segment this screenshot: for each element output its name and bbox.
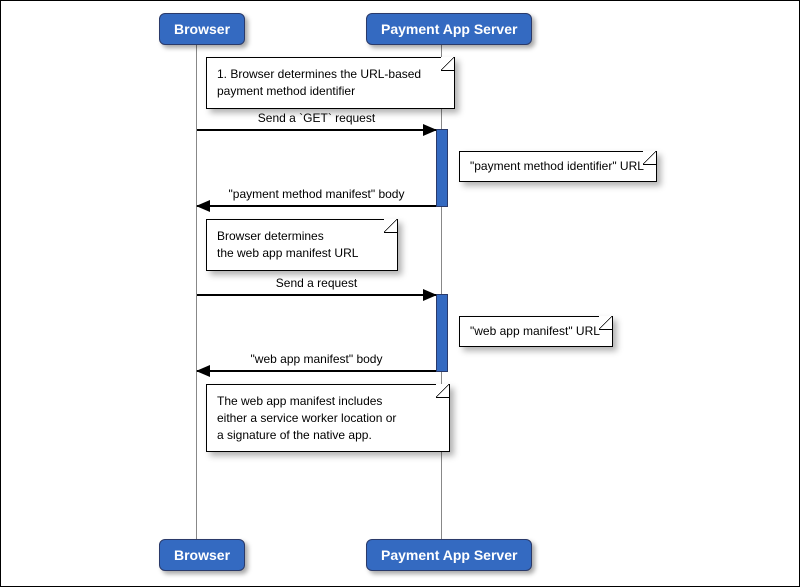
participant-label: Browser — [174, 547, 230, 563]
note-line: 1. Browser determines the URL-based — [217, 66, 442, 83]
note-pmi-url: "payment method identifier" URL — [459, 151, 657, 182]
note-webapp-url: "web app manifest" URL — [459, 316, 613, 347]
note-line: payment method identifier — [217, 83, 442, 100]
note-dogear-icon — [599, 316, 613, 330]
arrowhead-icon — [423, 124, 437, 136]
note-dogear-icon — [643, 151, 657, 165]
message-line — [197, 205, 436, 207]
message-label: Send a request — [197, 276, 436, 290]
note-line: "payment method identifier" URL — [470, 159, 644, 173]
note-line: a signature of the native app. — [217, 427, 437, 444]
note-url-based-identifier: 1. Browser determines the URL-based paym… — [206, 57, 455, 109]
message-line — [197, 294, 436, 296]
participant-label: Payment App Server — [381, 547, 517, 563]
arrowhead-icon — [196, 200, 210, 212]
message-label: "web app manifest" body — [197, 352, 436, 366]
activation-server-1 — [436, 129, 448, 207]
lifeline-server — [441, 41, 442, 541]
note-dogear-icon — [384, 219, 398, 233]
note-line: "web app manifest" URL — [470, 324, 600, 338]
participant-browser-bottom: Browser — [159, 539, 245, 571]
participant-server-top: Payment App Server — [366, 13, 532, 45]
note-line: the web app manifest URL — [217, 245, 385, 262]
note-line: Browser determines — [217, 228, 385, 245]
arrowhead-icon — [423, 289, 437, 301]
sequence-diagram: Browser Payment App Server 1. Browser de… — [0, 0, 800, 587]
arrowhead-icon — [196, 365, 210, 377]
note-webapp-manifest-url: Browser determines the web app manifest … — [206, 219, 398, 271]
participant-server-bottom: Payment App Server — [366, 539, 532, 571]
note-line: The web app manifest includes — [217, 393, 437, 410]
note-line: either a service worker location or — [217, 410, 437, 427]
participant-label: Payment App Server — [381, 21, 517, 37]
message-label: "payment method manifest" body — [197, 187, 436, 201]
participant-browser-top: Browser — [159, 13, 245, 45]
activation-server-2 — [436, 294, 448, 372]
message-line — [197, 129, 436, 131]
message-label: Send a `GET` request — [197, 111, 436, 125]
participant-label: Browser — [174, 21, 230, 37]
note-webapp-manifest-includes: The web app manifest includes either a s… — [206, 384, 450, 452]
note-dogear-icon — [436, 384, 450, 398]
message-line — [197, 370, 436, 372]
note-dogear-icon — [441, 57, 455, 71]
